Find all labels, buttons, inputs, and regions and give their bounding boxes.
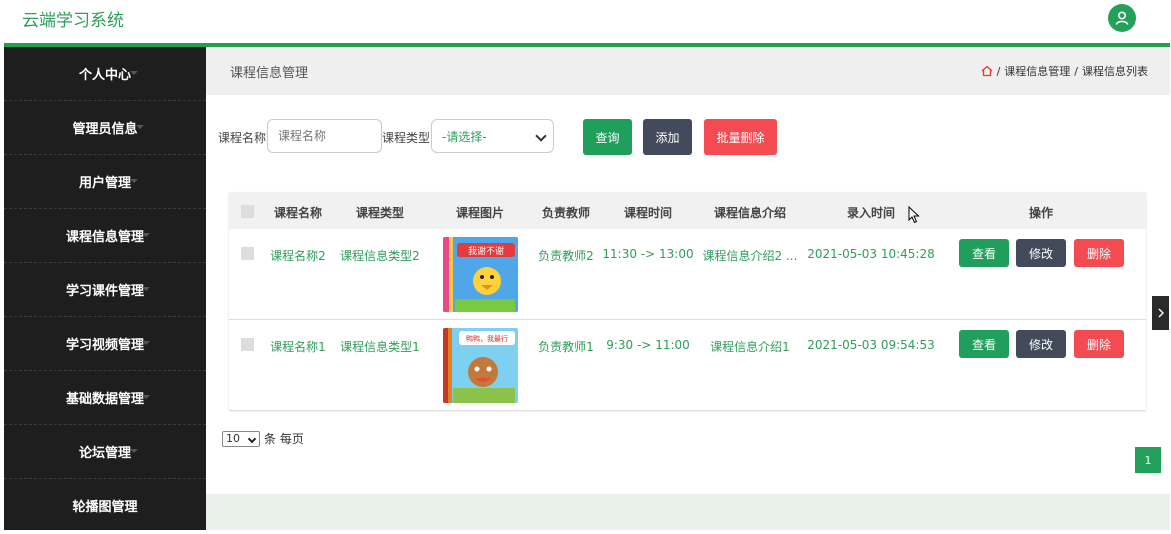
- breadcrumb-separator: /: [996, 64, 1001, 78]
- avatar[interactable]: [1108, 4, 1136, 32]
- page-number-current[interactable]: 1: [1135, 447, 1161, 473]
- course-time-cell: 11:30 -> 13:00: [602, 247, 694, 261]
- chevron-down-icon: [142, 341, 150, 345]
- footer-band: [206, 494, 1170, 530]
- course-type-cell: 课程信息类型1: [340, 340, 420, 354]
- page-title: 课程信息管理: [230, 66, 309, 81]
- sidebar-item-label: 学习课件管理: [65, 284, 144, 299]
- course-table: 课程名称 课程类型 课程图片 负责教师 课程时间 课程信息介绍 录入时间 操作 …: [229, 193, 1146, 411]
- sidebar-item-carousel[interactable]: 轮播图管理: [4, 479, 206, 532]
- course-type-select[interactable]: -请选择-: [431, 119, 554, 153]
- chevron-down-icon: [142, 233, 150, 237]
- course-name-cell: 课程名称1: [270, 340, 326, 354]
- view-button[interactable]: 查看: [959, 330, 1009, 358]
- chevron-down-icon: [142, 287, 150, 291]
- column-header: 课程图片: [455, 206, 505, 220]
- sidebar-item-forum[interactable]: 论坛管理: [4, 425, 206, 479]
- teacher-cell: 负责教师1: [538, 340, 594, 354]
- sidebar-item-user-management[interactable]: 用户管理: [4, 155, 206, 209]
- sidebar-item-courseware[interactable]: 学习课件管理: [4, 263, 206, 317]
- breadcrumb-level2: 课程信息列表: [1082, 65, 1148, 78]
- edit-button[interactable]: 修改: [1016, 239, 1066, 267]
- column-header: 操作: [1028, 206, 1054, 220]
- delete-button[interactable]: 删除: [1074, 239, 1124, 267]
- select-all-checkbox[interactable]: [241, 205, 254, 218]
- batch-delete-button[interactable]: 批量删除: [704, 119, 777, 155]
- search-bar: 课程名称 课程类型 -请选择- 查询 添加 批量删除: [206, 119, 1170, 159]
- top-bar: 云端学习系统: [0, 0, 1171, 44]
- sidebar: 个人中心 管理员信息 用户管理 课程信息管理 学习课件管理 学习视频管理 基础数…: [4, 47, 206, 530]
- course-image: 我谢不谢: [443, 237, 518, 312]
- app-title: 云端学习系统: [22, 11, 124, 31]
- chevron-right-icon: [1158, 308, 1164, 318]
- sidebar-item-label: 用户管理: [78, 176, 131, 191]
- course-image-title: 我谢不谢: [468, 245, 504, 257]
- add-button[interactable]: 添加: [643, 119, 692, 155]
- page-header: 课程信息管理 / 课程信息管理 / 课程信息列表: [206, 47, 1170, 95]
- breadcrumb: / 课程信息管理 / 课程信息列表: [981, 63, 1148, 79]
- chevron-down-icon: [535, 130, 547, 142]
- chevron-down-icon: [130, 449, 138, 453]
- course-name-cell: 课程名称2: [270, 249, 326, 263]
- chevron-down-icon: [130, 71, 138, 75]
- sidebar-item-base-data[interactable]: 基础数据管理: [4, 371, 206, 425]
- column-header: 负责教师: [541, 206, 591, 220]
- view-button[interactable]: 查看: [959, 239, 1009, 267]
- column-header: 课程名称: [273, 206, 323, 220]
- sidebar-item-personal-center[interactable]: 个人中心: [4, 47, 206, 101]
- course-name-label: 课程名称: [218, 131, 267, 145]
- breadcrumb-separator: /: [1074, 64, 1078, 78]
- page-size-suffix: 条 每页: [264, 432, 304, 446]
- sidebar-item-label: 管理员信息: [72, 122, 138, 137]
- course-intro-cell: 课程信息介绍2 ...: [702, 249, 798, 263]
- table-row: 课程名称2 课程信息类型2 我谢不谢 负责教师2 11:30 -> 13:00: [229, 229, 1146, 320]
- course-image-title: 鸭鸭，我最行: [466, 334, 508, 343]
- column-header: 课程时间: [623, 206, 673, 220]
- sidebar-item-course-info[interactable]: 课程信息管理: [4, 209, 206, 263]
- panel-toggle[interactable]: [1152, 296, 1169, 330]
- chevron-down-icon: [136, 125, 144, 129]
- delete-button[interactable]: 删除: [1074, 330, 1124, 358]
- edit-button[interactable]: 修改: [1016, 330, 1066, 358]
- sidebar-item-label: 论坛管理: [78, 446, 131, 461]
- sidebar-item-label: 个人中心: [78, 68, 131, 83]
- home-icon[interactable]: [981, 65, 993, 77]
- user-icon: [1115, 11, 1129, 25]
- page-size-control: 10 条 每页: [222, 430, 304, 447]
- sidebar-item-label: 学习视频管理: [65, 338, 144, 353]
- course-name-input[interactable]: [267, 119, 382, 153]
- query-button[interactable]: 查询: [583, 119, 632, 155]
- mouse-cursor-icon: [908, 206, 920, 224]
- column-header: 录入时间: [846, 206, 896, 220]
- chevron-down-icon: [130, 179, 138, 183]
- table-row: 课程名称1 课程信息类型1 鸭鸭，我最行 负责教师1 9:30 -> 11:00: [229, 320, 1146, 411]
- chevron-down-icon: [142, 395, 150, 399]
- main-content: 课程信息管理 / 课程信息管理 / 课程信息列表 课程名称 课程类型 -请选择-…: [206, 47, 1170, 530]
- course-type-label: 课程类型: [382, 131, 431, 145]
- course-type-selected: -请选择-: [442, 129, 487, 144]
- sidebar-item-label: 轮播图管理: [72, 500, 138, 515]
- chevron-down-icon: [247, 434, 257, 443]
- page-size-value: 10: [226, 432, 240, 445]
- sidebar-item-label: 基础数据管理: [65, 392, 144, 407]
- row-checkbox[interactable]: [241, 247, 254, 260]
- created-time-cell: 2021-05-03 10:45:28: [807, 247, 935, 261]
- course-time-cell: 9:30 -> 11:00: [606, 338, 690, 352]
- row-checkbox[interactable]: [241, 338, 254, 351]
- course-image: 鸭鸭，我最行: [443, 328, 518, 403]
- sidebar-item-admin-info[interactable]: 管理员信息: [4, 101, 206, 155]
- sidebar-item-videos[interactable]: 学习视频管理: [4, 317, 206, 371]
- sidebar-item-label: 课程信息管理: [65, 230, 144, 245]
- table-header: 课程名称 课程类型 课程图片 负责教师 课程时间 课程信息介绍 录入时间 操作: [229, 193, 1146, 229]
- created-time-cell: 2021-05-03 09:54:53: [807, 338, 935, 352]
- teacher-cell: 负责教师2: [538, 249, 594, 263]
- column-header: 课程类型: [355, 206, 405, 220]
- course-intro-cell: 课程信息介绍1: [710, 340, 790, 354]
- breadcrumb-level1[interactable]: 课程信息管理: [1004, 63, 1070, 79]
- column-header: 课程信息介绍: [713, 206, 787, 220]
- course-type-cell: 课程信息类型2: [340, 249, 420, 263]
- page-size-select[interactable]: 10: [222, 430, 260, 447]
